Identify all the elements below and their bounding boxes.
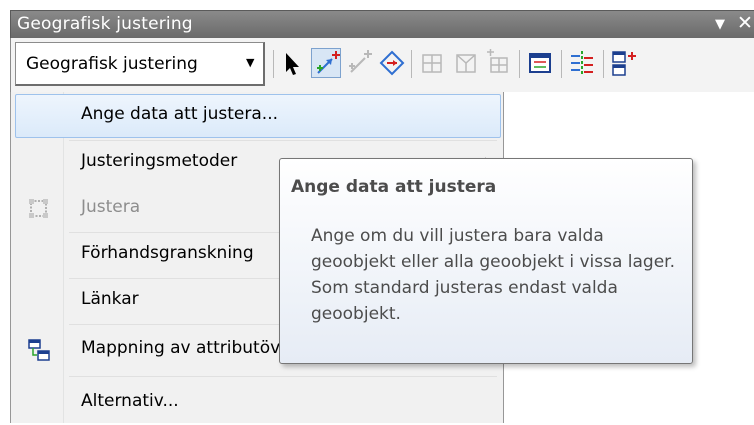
window-titlebar[interactable]: Geografisk justering ▼ ✕	[10, 10, 754, 38]
chevron-down-icon: ▼	[246, 56, 255, 69]
toolbar-separator	[273, 50, 274, 78]
menu-item-label: Alternativ...	[81, 391, 179, 411]
menu-item-label: Ange data att justera...	[81, 104, 279, 124]
tooltip-body: Ange om du vill justera bara valda geoob…	[311, 226, 675, 324]
menu-item-options[interactable]: Alternativ...	[15, 381, 501, 425]
menu-item-set-adjust-data[interactable]: Ange data att justera...	[15, 94, 501, 138]
spatial-adjustment-menu-button[interactable]: Geografisk justering ▼	[15, 42, 265, 86]
dock-options-icon[interactable]: ▼	[715, 17, 725, 32]
spatial-adjustment-toolbar: Geografisk justering ▼	[10, 38, 754, 92]
new-identity-link-icon[interactable]	[417, 48, 447, 78]
tooltip-title: Ange data att justera	[291, 177, 497, 197]
close-icon[interactable]: ✕	[737, 12, 753, 34]
toolbar-separator	[519, 50, 520, 78]
view-link-table-icon[interactable]	[525, 48, 555, 78]
window-left-margin	[0, 10, 10, 423]
attribute-mapping-icon	[27, 338, 51, 362]
window-top-margin	[0, 0, 754, 10]
toolbar-separator	[561, 50, 562, 78]
menu-item-label: Justeringsmetoder	[81, 151, 238, 171]
window-title: Geografisk justering	[17, 14, 193, 34]
new-displacement-link-icon[interactable]	[311, 48, 341, 78]
menu-item-label: Förhandsgranskning	[81, 243, 254, 263]
new-limited-adjustment-area-icon[interactable]	[451, 48, 481, 78]
menu-tooltip: Ange data att justera Ange om du vill ju…	[279, 158, 693, 364]
menu-separator	[69, 376, 497, 377]
adjustment-window: Geografisk justering ▼ ✕ Geografisk just…	[0, 0, 754, 423]
select-elements-icon[interactable]	[277, 48, 307, 78]
adjust-icon	[27, 197, 51, 221]
multiple-displacement-links-icon[interactable]	[377, 48, 407, 78]
clear-limited-adjustment-area-icon[interactable]	[483, 48, 513, 78]
modify-link-icon[interactable]	[345, 48, 375, 78]
attribute-transfer-icon[interactable]	[609, 48, 639, 78]
toolbar-separator	[603, 50, 604, 78]
toolbar-separator	[411, 50, 412, 78]
menu-item-label: Justera	[81, 197, 141, 217]
menu-button-label: Geografisk justering	[26, 54, 198, 74]
edgematch-icon[interactable]	[567, 48, 597, 78]
menu-item-label: Länkar	[81, 289, 139, 309]
